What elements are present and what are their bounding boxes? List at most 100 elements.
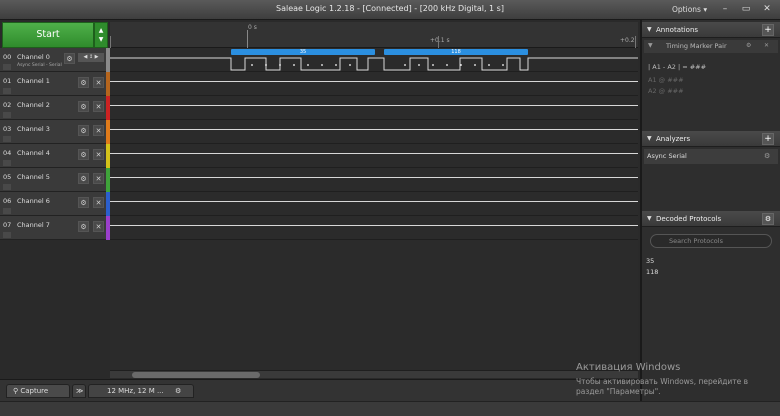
decoded-value[interactable]: 35	[646, 257, 654, 265]
drag-handle[interactable]	[3, 184, 11, 190]
drag-handle[interactable]	[3, 112, 11, 118]
ruler-origin-label: 0 s	[248, 24, 257, 31]
window-title: Saleae Logic 1.2.18 - [Connected] - [200…	[276, 4, 504, 13]
maximize-button[interactable]: ▭	[739, 3, 753, 15]
drag-handle[interactable]	[3, 208, 11, 214]
close-icon[interactable]: ✕	[93, 149, 104, 160]
close-icon[interactable]: ✕	[93, 77, 104, 88]
channel-7-waveform	[110, 225, 638, 226]
channel-6-waveform	[110, 201, 638, 202]
channel-row-1[interactable]: 01 Channel 1 ⚙ ✕	[0, 72, 106, 96]
annotations-header[interactable]: ▼ Annotations	[642, 22, 780, 38]
close-icon[interactable]: ✕	[93, 197, 104, 208]
collapse-triangle-icon[interactable]: ▼	[647, 131, 652, 147]
channel-analyzer-label: Async Serial - Serial	[17, 63, 62, 68]
gear-icon[interactable]: ⚙	[746, 42, 751, 49]
gear-icon[interactable]: ⚙	[78, 77, 89, 88]
channel-name[interactable]: Channel 1	[17, 77, 50, 85]
close-icon[interactable]: ✕	[93, 101, 104, 112]
channel-row-3[interactable]: 03 Channel 3 ⚙ ✕	[0, 120, 106, 144]
channel-row-4[interactable]: 04 Channel 4 ⚙ ✕	[0, 144, 106, 168]
channel-name[interactable]: Channel 4	[17, 149, 50, 157]
marker-icon: ▼	[648, 42, 653, 49]
ruler-tick	[635, 36, 636, 48]
scrollbar-thumb[interactable]	[132, 372, 260, 378]
minimize-button[interactable]: –	[718, 3, 732, 15]
start-options-toggle[interactable]: ▲ ▼	[94, 22, 108, 48]
channel-2-waveform	[110, 105, 638, 106]
add-analyzer-button[interactable]: +	[762, 133, 774, 145]
search-protocols-input[interactable]: Search Protocols	[650, 234, 772, 248]
channel-row-2[interactable]: 02 Channel 2 ⚙ ✕	[0, 96, 106, 120]
options-menu[interactable]: Options ▾	[672, 5, 707, 14]
drag-handle[interactable]	[3, 136, 11, 142]
channel-name[interactable]: Channel 5	[17, 173, 50, 181]
decoded-value[interactable]: 118	[646, 268, 658, 276]
analyzer-item[interactable]: Async Serial ⚙	[644, 149, 778, 164]
close-icon[interactable]: ✕	[93, 221, 104, 232]
channel-name[interactable]: Channel 6	[17, 197, 50, 205]
gear-icon[interactable]: ⚙	[764, 152, 770, 160]
close-icon[interactable]: ✕	[93, 173, 104, 184]
waveform-view[interactable]: 35 118	[110, 48, 638, 240]
channel-row-0[interactable]: 00 Channel 0 Async Serial - Serial ⚙ ◀ ↕…	[0, 48, 106, 72]
chevron-down-icon: ▼	[98, 36, 104, 43]
channel-name[interactable]: Channel 2	[17, 101, 50, 109]
tab-capture[interactable]: ⚲ Capture	[6, 384, 70, 398]
tab-capture-label: Capture	[20, 387, 49, 395]
ruler-tick	[438, 36, 439, 48]
drag-handle[interactable]	[3, 88, 11, 94]
gear-icon[interactable]: ⚙	[78, 125, 89, 136]
trigger-controls[interactable]: ◀ ↕ ▶	[78, 53, 104, 62]
close-icon[interactable]: ✕	[93, 125, 104, 136]
gear-icon[interactable]: ⚙	[175, 385, 181, 398]
gear-icon[interactable]: ⚙	[78, 173, 89, 184]
decoded-protocols-title: Decoded Protocols	[656, 215, 722, 223]
activation-watermark-title: Активация Windows	[576, 362, 681, 373]
time-ruler[interactable]: 0 s +0.1 s +0.2	[110, 22, 638, 48]
timing-marker-row[interactable]: ▼ Timing Marker Pair ⚙ ✕	[644, 40, 778, 53]
collapse-triangle-icon[interactable]: ▼	[647, 211, 652, 227]
add-annotation-button[interactable]: +	[762, 24, 774, 36]
analyzers-header[interactable]: ▼ Analyzers	[642, 131, 780, 147]
channel-row-7[interactable]: 07 Channel 7 ⚙ ✕	[0, 216, 106, 240]
channel-number: 04	[3, 149, 12, 157]
channel-row-6[interactable]: 06 Channel 6 ⚙ ✕	[0, 192, 106, 216]
channel-name[interactable]: Channel 0	[17, 53, 50, 61]
drag-handle[interactable]	[3, 64, 11, 70]
channel-name[interactable]: Channel 7	[17, 221, 50, 229]
start-button[interactable]: Start	[2, 22, 94, 48]
tab-sample-rate[interactable]: 12 MHz, 12 M ... ⚙	[88, 384, 194, 398]
gear-icon[interactable]: ⚙	[78, 149, 89, 160]
marker-difference: | A1 - A2 | = ###	[648, 63, 707, 71]
bottom-tab-bar: ⚲ Capture ≫ 12 MHz, 12 M ... ⚙	[0, 379, 640, 401]
channel-5-waveform	[110, 177, 638, 178]
saleae-logic-window: Saleae Logic 1.2.18 - [Connected] - [200…	[0, 0, 780, 416]
row-separator	[110, 215, 638, 216]
timing-marker-label: Timing Marker Pair	[666, 42, 727, 50]
drag-handle[interactable]	[3, 232, 11, 238]
close-window-button[interactable]: ✕	[760, 3, 774, 15]
channel-name[interactable]: Channel 3	[17, 125, 50, 133]
channel-row-5[interactable]: 05 Channel 5 ⚙ ✕	[0, 168, 106, 192]
analyzers-title: Analyzers	[656, 135, 691, 143]
channel-list: 00 Channel 0 Async Serial - Serial ⚙ ◀ ↕…	[0, 48, 110, 240]
drag-handle[interactable]	[3, 160, 11, 166]
row-separator	[110, 119, 638, 120]
collapse-triangle-icon[interactable]: ▼	[647, 22, 652, 38]
decoded-protocols-header[interactable]: ▼ Decoded Protocols	[642, 211, 780, 227]
gear-icon[interactable]: ⚙	[78, 197, 89, 208]
row-separator	[110, 191, 638, 192]
channel-number: 03	[3, 125, 12, 133]
tab-overflow-button[interactable]: ≫	[72, 384, 86, 398]
gear-icon[interactable]: ⚙	[78, 221, 89, 232]
channel-number: 06	[3, 197, 12, 205]
gear-icon[interactable]: ⚙	[64, 53, 75, 64]
close-icon[interactable]: ✕	[764, 42, 769, 49]
ruler-mid-label: +0.1 s	[430, 37, 450, 44]
gear-icon[interactable]: ⚙	[762, 213, 774, 225]
marker-a2: A2 @ ###	[648, 87, 684, 95]
gear-icon[interactable]: ⚙	[78, 101, 89, 112]
ruler-tick	[110, 36, 111, 48]
horizontal-scrollbar[interactable]	[110, 370, 638, 378]
